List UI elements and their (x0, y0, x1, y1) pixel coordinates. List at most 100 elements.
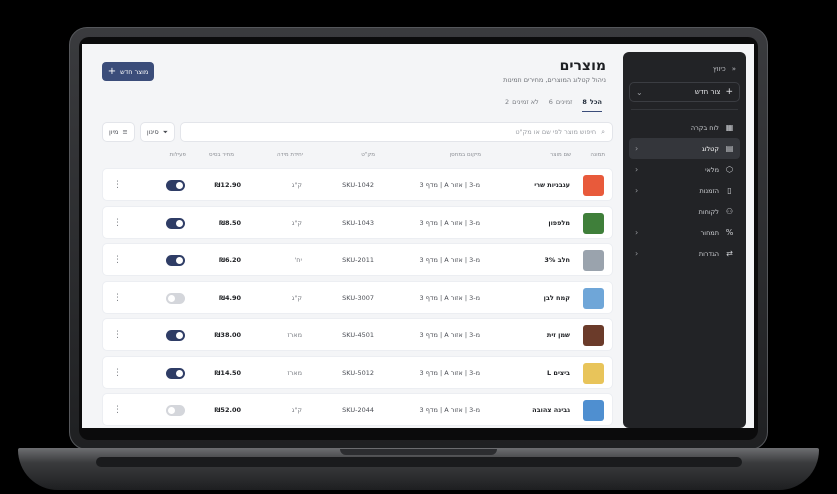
sidebar-item[interactable]: ▦ לוח בקרה (629, 117, 740, 138)
receipt-icon: ▯ (727, 186, 732, 195)
sidebar: « כיווץ + צור חדש ⌄ ▦ לוח בקרה ▤ קטלוג ‹ ⬡ מלא… (623, 52, 746, 428)
sidebar-item[interactable]: % תמחור ‹ (629, 222, 740, 243)
catalog-icon: ▤ (725, 144, 734, 153)
table-row[interactable]: עגבניות שרי מ-3 | אזור A | מדף 3 SKU-104… (102, 168, 613, 201)
sidebar-item-label: לקוחות (698, 207, 719, 216)
more-options-icon[interactable]: ⋮ (113, 404, 122, 416)
sidebar-item-label: הזמנות (699, 186, 719, 195)
sort-label: מיון (109, 128, 119, 136)
page-title: מוצרים (559, 58, 606, 74)
add-product-button[interactable]: מוצר חדש + (102, 62, 154, 81)
active-toggle[interactable] (166, 367, 185, 379)
app-screen: « כיווץ + צור חדש ⌄ ▦ לוח בקרה ▤ קטלוג ‹ ⬡ מלא… (82, 44, 754, 428)
column-header: פעילות (169, 152, 186, 158)
sidebar-item[interactable]: ⬡ מלאי ‹ (629, 159, 740, 180)
product-sku: SKU-2044 (342, 406, 374, 414)
plus-icon: + (725, 87, 733, 97)
column-header: מק"ט (361, 152, 375, 158)
product-unit: ק"ג (291, 181, 302, 189)
more-options-icon[interactable]: ⋮ (113, 329, 122, 341)
product-name: גבינה צהובה (532, 406, 570, 414)
more-options-icon[interactable]: ⋮ (113, 292, 122, 304)
active-toggle[interactable] (166, 292, 185, 304)
column-header: מיקום במחסן (449, 152, 481, 158)
product-sku: SKU-1042 (342, 181, 374, 189)
active-toggle[interactable] (166, 330, 185, 341)
main-content: מוצרים ניהול קטלוג המוצרים, מחירים וזמינ… (88, 44, 613, 428)
product-unit: יח' (294, 256, 303, 264)
sidebar-divider (631, 109, 738, 110)
product-location: מ-3 | אזור A | מדף 3 (419, 406, 480, 414)
product-price: ₪38.00 (214, 331, 241, 339)
filter-button[interactable]: ⏷ סינון (139, 122, 175, 142)
product-price: ₪4.90 (219, 293, 241, 302)
sidebar-item[interactable]: ⚇ לקוחות (629, 201, 740, 222)
product-unit: מארז (287, 331, 302, 339)
sort-button[interactable]: ≡ מיון (102, 122, 135, 142)
sidebar-collapse-label: כיווץ (712, 65, 726, 73)
sliders-icon: ⇄ (726, 249, 733, 258)
product-thumbnail (583, 325, 604, 346)
chevron-left-icon: ‹ (635, 144, 639, 153)
sidebar-item[interactable]: ▯ הזמנות ‹ (629, 180, 740, 201)
product-name: מלפפון (548, 218, 570, 227)
product-sku: SKU-3007 (342, 293, 374, 302)
tab-count: 2 (505, 98, 510, 106)
active-toggle[interactable] (166, 255, 185, 266)
sidebar-collapse-button[interactable]: « כיווץ (629, 60, 740, 78)
table-row[interactable]: שמן זית מ-3 | אזור A | מדף 3 SKU-4501 מא… (102, 318, 613, 351)
product-name: שמן זית (546, 331, 570, 339)
laptop-base-slot (96, 457, 742, 467)
tab[interactable]: הכל 8 (582, 98, 602, 112)
column-header: יחידת מידה (277, 152, 303, 158)
filter-tabs: הכל 8 זמינים 6 לא זמינים 2 (505, 98, 602, 112)
tab-count: 8 (582, 98, 587, 106)
column-header: מחיר בסיס (209, 152, 234, 158)
sidebar-new-button[interactable]: + צור חדש ⌄ (629, 82, 740, 102)
sidebar-item[interactable]: ▤ קטלוג ‹ (629, 138, 740, 159)
active-toggle[interactable] (166, 405, 185, 416)
product-table: עגבניות שרי מ-3 | אזור A | מדף 3 SKU-104… (102, 168, 613, 428)
product-unit: ק"ג (291, 293, 302, 302)
more-options-icon[interactable]: ⋮ (113, 254, 122, 266)
table-row[interactable]: חלב 3% מ-3 | אזור A | מדף 3 SKU-2011 יח'… (102, 243, 613, 276)
product-unit: ק"ג (291, 218, 302, 227)
sidebar-item[interactable]: ⇄ הגדרות ‹ (629, 243, 740, 264)
table-row[interactable]: גבינה צהובה מ-3 | אזור A | מדף 3 SKU-204… (102, 393, 613, 426)
table-row[interactable]: קמח לבן מ-3 | אזור A | מדף 3 SKU-3007 ק"… (102, 280, 613, 314)
laptop-notch (340, 449, 497, 455)
page-subtitle: ניהול קטלוג המוצרים, מחירים וזמינות (503, 76, 606, 84)
plus-icon: + (107, 66, 117, 77)
tab-label: לא זמינים (512, 98, 539, 106)
active-toggle[interactable] (166, 217, 185, 229)
more-options-icon[interactable]: ⋮ (113, 217, 122, 229)
column-header: תמונה (590, 152, 605, 158)
product-location: מ-3 | אזור A | מדף 3 (419, 218, 480, 227)
chevron-down-icon: ⌄ (636, 87, 643, 97)
product-location: מ-3 | אזור A | מדף 3 (419, 368, 480, 377)
tab[interactable]: לא זמינים 2 (505, 98, 539, 112)
product-name: קמח לבן (543, 293, 570, 302)
product-thumbnail (583, 250, 604, 271)
tab-count: 6 (548, 98, 553, 106)
active-toggle[interactable] (166, 180, 185, 191)
table-row[interactable]: מלפפון מ-3 | אזור A | מדף 3 SKU-1043 ק"ג… (102, 205, 613, 239)
sidebar-item-label: קטלוג (702, 144, 719, 153)
table-row[interactable]: ביצים L מ-3 | אזור A | מדף 3 SKU-5012 מא… (102, 355, 613, 389)
tab-label: זמינים (555, 98, 573, 106)
product-thumbnail (583, 175, 604, 196)
product-thumbnail (583, 212, 604, 234)
product-name: ביצים L (547, 368, 570, 377)
product-sku: SKU-1043 (342, 218, 374, 227)
more-options-icon[interactable]: ⋮ (113, 367, 122, 379)
search-input[interactable]: ⌕ חיפוש מוצר לפי שם או מק"ט (179, 122, 613, 142)
product-name: חלב 3% (544, 256, 570, 264)
chevron-left-icon: ‹ (635, 186, 639, 195)
product-name: עגבניות שרי (534, 181, 570, 189)
more-options-icon[interactable]: ⋮ (113, 179, 122, 191)
users-icon: ⚇ (725, 207, 734, 216)
sidebar-item-label: תמחור (700, 228, 719, 237)
chevron-left-icon: ‹ (635, 228, 639, 237)
tab[interactable]: זמינים 6 (549, 98, 573, 112)
product-price: ₪52.00 (214, 406, 241, 414)
